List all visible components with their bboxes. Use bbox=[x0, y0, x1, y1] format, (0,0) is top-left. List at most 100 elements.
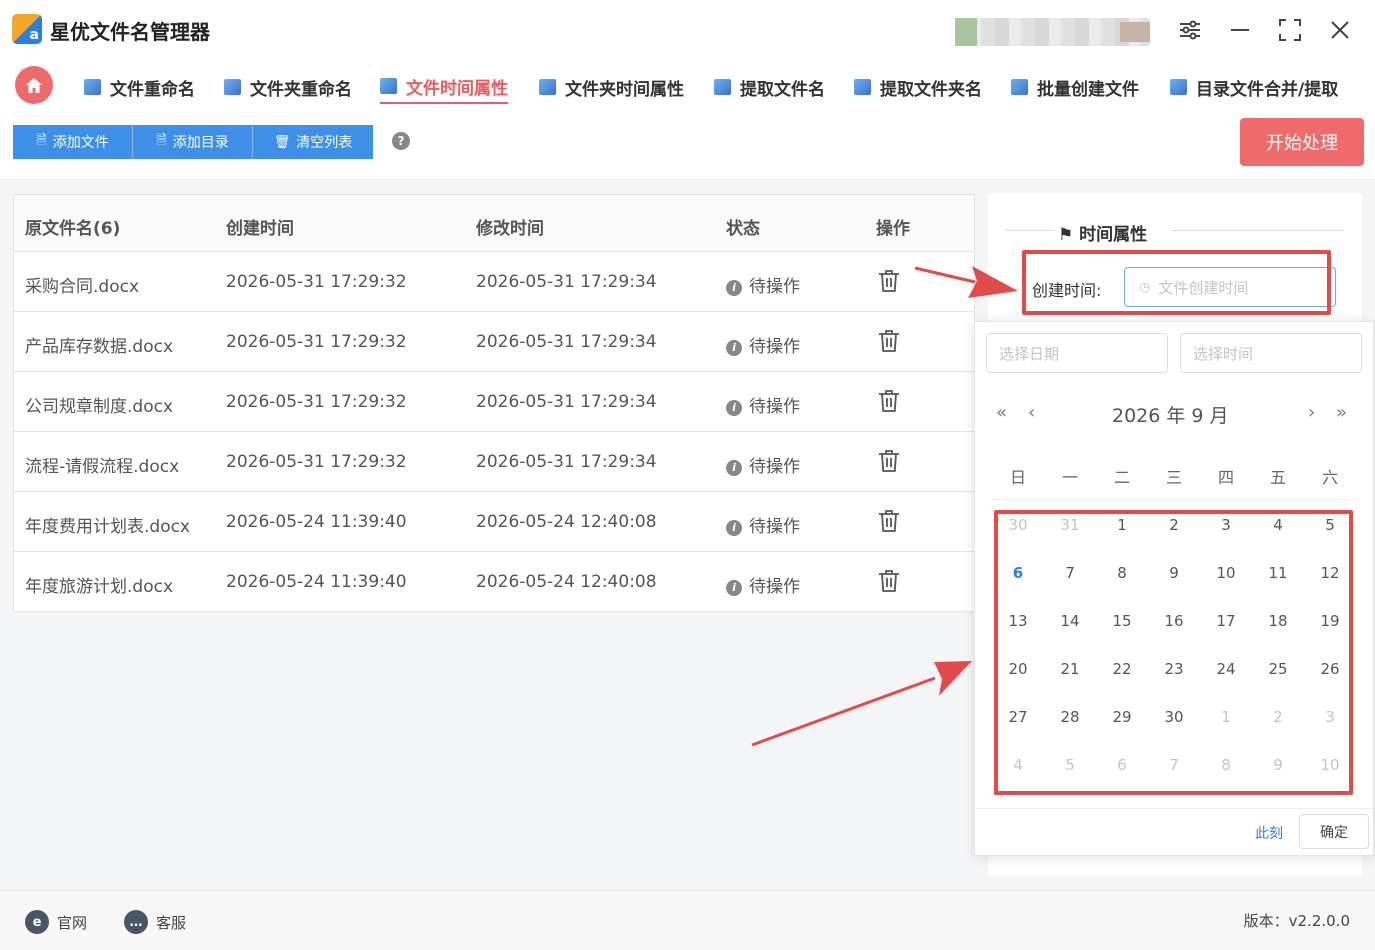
status-badge: i 待操作 bbox=[726, 332, 800, 357]
browser-icon: e bbox=[25, 910, 49, 934]
file-icon: 🗎 bbox=[36, 133, 47, 148]
table-row[interactable]: 年度旅游计划.docx 2026-05-24 11:39:40 2026-05-24… bbox=[14, 552, 974, 612]
header-status: 状态 bbox=[726, 219, 760, 239]
calendar-month-header: 2026 年 9 月 bbox=[1112, 405, 1229, 427]
info-icon: i bbox=[726, 519, 742, 536]
tab-dir-merge-extract[interactable]: 目录文件合并/提取 bbox=[1170, 70, 1338, 104]
folder-time-icon bbox=[539, 79, 556, 95]
delete-icon[interactable] bbox=[878, 389, 900, 413]
minimize-icon[interactable] bbox=[1225, 15, 1255, 45]
created-time: 2026-05-31 17:29:32 bbox=[226, 272, 407, 292]
info-icon: i bbox=[726, 399, 742, 416]
user-account-avatar[interactable] bbox=[955, 18, 1150, 46]
header-modified: 修改时间 bbox=[476, 219, 544, 239]
divider bbox=[975, 808, 1373, 809]
weekday-header: 三 bbox=[1165, 468, 1182, 487]
modified-time: 2026-05-24 12:40:08 bbox=[476, 572, 657, 592]
delete-icon[interactable] bbox=[878, 569, 900, 593]
file-button-group: 🗎 添加文件 🗎 添加目录 🗑 清空列表 bbox=[13, 125, 373, 159]
tab-file-rename[interactable]: 文件重命名 bbox=[84, 70, 195, 104]
weekday-header: 一 bbox=[1061, 468, 1078, 487]
status-badge: i 待操作 bbox=[726, 272, 800, 297]
date-input[interactable]: 选择日期 bbox=[986, 333, 1168, 373]
weekday-header: 五 bbox=[1269, 468, 1286, 487]
tab-extract-foldername[interactable]: 提取文件夹名 bbox=[854, 70, 982, 104]
table-row[interactable]: 公司规章制度.docx 2026-05-31 17:29:32 2026-05-31… bbox=[14, 372, 974, 432]
modified-time: 2026-05-31 17:29:34 bbox=[476, 392, 657, 412]
header-action: 操作 bbox=[876, 219, 910, 239]
start-processing-button[interactable]: 开始处理 bbox=[1240, 118, 1364, 166]
website-link[interactable]: e 官网 bbox=[25, 910, 87, 934]
status-badge: i 待操作 bbox=[726, 452, 800, 477]
settings-icon[interactable] bbox=[1175, 15, 1205, 45]
divider bbox=[1005, 230, 1055, 231]
close-icon[interactable] bbox=[1325, 15, 1355, 45]
batch-create-icon bbox=[1011, 79, 1028, 95]
status-badge: i 待操作 bbox=[726, 392, 800, 417]
extract-foldername-icon bbox=[854, 79, 871, 95]
file-icon: 🗎 bbox=[156, 133, 167, 148]
next-year-icon[interactable]: » bbox=[1336, 402, 1347, 423]
chat-icon: … bbox=[124, 910, 148, 934]
tab-batch-create-files[interactable]: 批量创建文件 bbox=[1011, 70, 1139, 104]
weekday-header: 六 bbox=[1321, 468, 1338, 487]
customer-service-link[interactable]: … 客服 bbox=[124, 910, 186, 934]
file-name: 年度旅游计划.docx bbox=[25, 577, 174, 597]
delete-icon[interactable] bbox=[878, 449, 900, 473]
confirm-button[interactable]: 确定 bbox=[1299, 814, 1369, 849]
table-row[interactable]: 采购合同.docx 2026-05-31 17:29:32 2026-05-31 1… bbox=[14, 252, 974, 312]
file-rename-icon bbox=[84, 79, 101, 95]
created-time: 2026-05-31 17:29:32 bbox=[226, 332, 407, 352]
main-nav: 文件重命名 文件夹重命名 文件时间属性 文件夹时间属性 提取文件名 提取文件夹名… bbox=[0, 60, 1375, 110]
table-row[interactable]: 年度费用计划表.docx 2026-05-24 11:39:40 2026-05-2… bbox=[14, 492, 974, 552]
file-name: 公司规章制度.docx bbox=[25, 397, 174, 417]
next-month-icon[interactable]: › bbox=[1308, 402, 1315, 423]
file-time-icon bbox=[380, 78, 397, 94]
delete-icon[interactable] bbox=[878, 329, 900, 353]
tab-file-time-attributes[interactable]: 文件时间属性 bbox=[380, 70, 508, 104]
flag-icon: ⚑ bbox=[1058, 225, 1074, 245]
delete-icon[interactable] bbox=[878, 509, 900, 533]
annotation-box-input bbox=[1022, 250, 1331, 315]
maximize-icon[interactable] bbox=[1275, 15, 1305, 45]
weekday-header: 二 bbox=[1113, 468, 1130, 487]
delete-icon[interactable] bbox=[878, 269, 900, 293]
version-label: 版本：v2.2.0.0 bbox=[1243, 912, 1350, 930]
prev-month-icon[interactable]: ‹ bbox=[1028, 402, 1035, 423]
table-header: 原文件名(6) 创建时间 修改时间 状态 操作 bbox=[14, 195, 974, 252]
arrow-to-calendar bbox=[751, 661, 972, 747]
title-bar: a 星优文件名管理器 bbox=[0, 0, 1375, 60]
home-button[interactable] bbox=[15, 66, 53, 104]
add-file-button[interactable]: 🗎 添加文件 bbox=[13, 125, 133, 159]
app-title: 星优文件名管理器 bbox=[50, 20, 210, 44]
add-directory-button[interactable]: 🗎 添加目录 bbox=[133, 125, 253, 159]
status-badge: i 待操作 bbox=[726, 512, 800, 537]
help-icon[interactable]: ? bbox=[392, 132, 410, 150]
table-row[interactable]: 产品库存数据.docx 2026-05-31 17:29:32 2026-05-31… bbox=[14, 312, 974, 372]
tab-folder-time-attributes[interactable]: 文件夹时间属性 bbox=[539, 70, 684, 104]
created-time: 2026-05-24 11:39:40 bbox=[226, 512, 407, 532]
time-input[interactable]: 选择时间 bbox=[1180, 333, 1362, 373]
file-name: 流程-请假流程.docx bbox=[25, 457, 180, 477]
prev-year-icon[interactable]: « bbox=[996, 402, 1007, 423]
file-name: 产品库存数据.docx bbox=[25, 337, 174, 357]
status-bar bbox=[0, 890, 1375, 950]
modified-time: 2026-05-31 17:29:34 bbox=[476, 332, 657, 352]
tab-folder-rename[interactable]: 文件夹重命名 bbox=[224, 70, 352, 104]
clear-list-button[interactable]: 🗑 清空列表 bbox=[253, 125, 373, 159]
weekday-header: 四 bbox=[1217, 468, 1234, 487]
tab-extract-filename[interactable]: 提取文件名 bbox=[714, 70, 825, 104]
table-row[interactable]: 流程-请假流程.docx 2026-05-31 17:29:32 2026-05-3… bbox=[14, 432, 974, 492]
dir-merge-icon bbox=[1170, 79, 1187, 95]
extract-filename-icon bbox=[714, 79, 731, 95]
home-icon bbox=[26, 77, 42, 93]
info-icon: i bbox=[726, 279, 742, 296]
weekday-header: 日 bbox=[1009, 468, 1026, 487]
now-button[interactable]: 此刻 bbox=[1255, 823, 1283, 843]
folder-rename-icon bbox=[224, 79, 241, 95]
header-filename: 原文件名(6) bbox=[25, 219, 121, 239]
trash-icon: 🗑 bbox=[273, 134, 291, 150]
modified-time: 2026-05-31 17:29:34 bbox=[476, 452, 657, 472]
created-time: 2026-05-31 17:29:32 bbox=[226, 452, 407, 472]
app-logo-icon: a bbox=[12, 14, 42, 44]
